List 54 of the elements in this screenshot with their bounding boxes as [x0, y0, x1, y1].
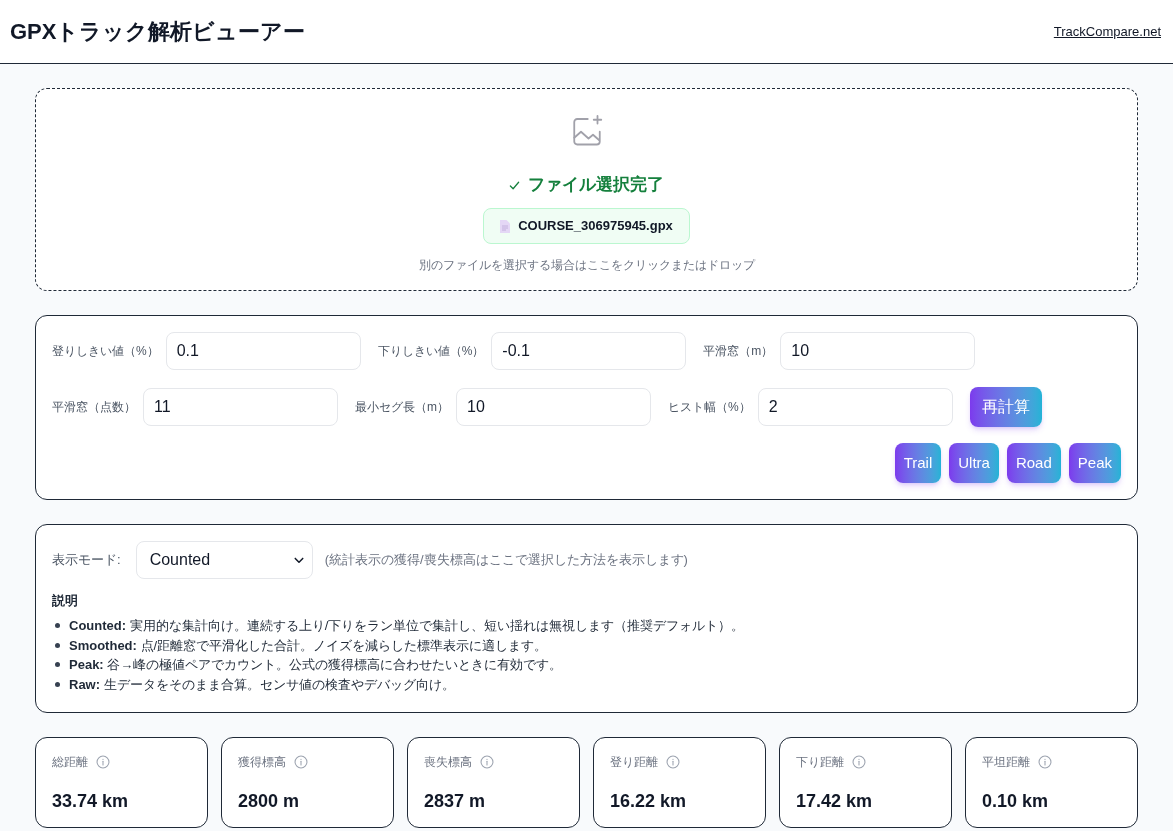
stat-value: 2837 m — [424, 790, 486, 812]
field-label: 登りしきい値（%） — [52, 343, 159, 360]
stat-label: 喪失標高 — [424, 754, 472, 770]
input-field[interactable]: 10 — [456, 388, 651, 426]
info-icon — [666, 755, 680, 769]
mode-label: 表示モード: — [52, 551, 121, 570]
stat-label: 下り距離 — [796, 754, 844, 770]
stat-label: 獲得標高 — [238, 754, 286, 770]
stat-value: 0.10 km — [982, 790, 1049, 812]
input-field[interactable]: -0.1 — [491, 332, 687, 370]
field-label: 平滑窓（m） — [703, 343, 774, 360]
preset-button[interactable]: Ultra — [949, 443, 999, 483]
stat-label: 登り距離 — [610, 754, 658, 770]
input-field[interactable]: 2 — [757, 388, 953, 426]
field-label: ヒスト幅（%） — [668, 399, 751, 416]
info-icon — [852, 755, 866, 769]
bullet-icon — [55, 642, 60, 648]
mode-note: (統計表示の獲得/喪失標高はここで選択した方法を表示します) — [324, 551, 688, 570]
info-icon — [96, 755, 110, 769]
mode-select[interactable]: Counted — [135, 541, 313, 579]
file-name: COURSE_306975945.gpx — [518, 217, 673, 236]
input-field[interactable]: 0.1 — [165, 332, 361, 370]
stat-label: 総距離 — [52, 754, 88, 770]
bullet-icon — [55, 681, 60, 687]
file-icon — [500, 219, 511, 233]
mode-description: Raw: 生データをそのまま合算。センサ値の検査やデバッグ向け。 — [69, 675, 455, 694]
field-label: 下りしきい値（%） — [377, 343, 485, 360]
site-link[interactable]: TrackCompare.net — [1053, 21, 1161, 42]
field-label: 平滑窓（点数） — [52, 399, 136, 416]
info-icon — [294, 755, 308, 769]
input-field[interactable]: 10 — [780, 332, 976, 370]
bullet-icon — [55, 623, 60, 629]
input-field[interactable]: 11 — [143, 388, 338, 426]
bullet-icon — [55, 662, 60, 668]
stat-value: 16.22 km — [610, 790, 687, 812]
app-title: GPXトラック解析ビューアー — [10, 18, 306, 46]
stat-label: 平坦距離 — [982, 754, 1030, 770]
mode-description: Smoothed: 点/距離窓で平滑化した合計。ノイズを減らした標準表示に適します。 — [69, 636, 548, 655]
chevron-down-icon — [293, 556, 304, 564]
field-label: 最小セグ長（m） — [355, 399, 449, 416]
stat-value: 33.74 km — [52, 790, 129, 812]
explanation-heading: 説明 — [52, 592, 78, 610]
upload-status: ファイル選択完了 — [528, 174, 664, 197]
upload-hint: 別のファイルを選択する場合はここをクリックまたはドロップ — [418, 257, 755, 274]
mode-description: Peak: 谷→峰の極値ペアでカウント。公式の獲得標高に合わせたいときに有効です。 — [69, 656, 563, 674]
preset-button[interactable]: Peak — [1068, 443, 1121, 483]
check-icon — [509, 179, 520, 191]
file-drop-zone[interactable]: ファイル選択完了 COURSE_306975945.gpx 別のファイルを選択する場合はここをクリックまたはドロップ — [35, 88, 1138, 291]
info-icon — [1038, 755, 1052, 769]
stat-value: 2800 m — [238, 790, 300, 812]
info-icon — [480, 755, 494, 769]
recalculate-button[interactable]: 再計算 — [969, 387, 1042, 427]
stat-value: 17.42 km — [796, 790, 873, 812]
mode-description: Counted: 実用的な集計向け。連続する上り/下りをラン単位で集計し、短い揺れは無視します（推奨デフォルト）。 — [69, 617, 745, 635]
